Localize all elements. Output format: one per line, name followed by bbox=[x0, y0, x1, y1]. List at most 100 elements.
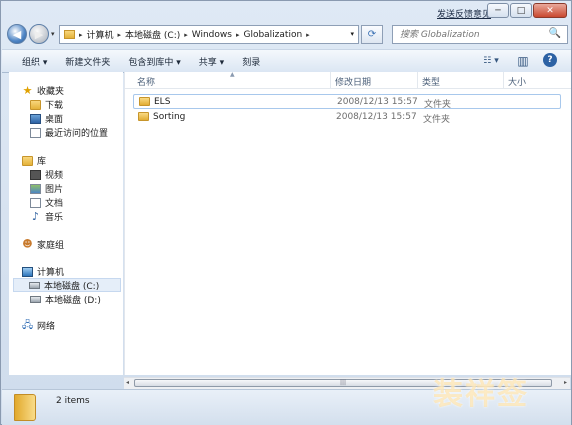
grip-icon: ||| bbox=[339, 379, 347, 386]
document-icon bbox=[30, 197, 41, 208]
help-icon[interactable]: ? bbox=[543, 53, 557, 67]
column-header-size[interactable]: 大小 bbox=[508, 75, 526, 88]
sidebar-item-label: 文档 bbox=[45, 199, 64, 209]
sidebar-item-pictures[interactable]: 图片 bbox=[30, 182, 63, 195]
minimize-button[interactable]: ─ bbox=[487, 3, 509, 18]
refresh-icon: ⟳ bbox=[367, 29, 377, 40]
back-arrow-icon: ◀ bbox=[12, 27, 22, 41]
hard-drive-icon bbox=[30, 296, 41, 303]
item-count: 2 items bbox=[56, 396, 90, 406]
sidebar-item-label: 收藏夹 bbox=[37, 87, 65, 97]
star-icon: ★ bbox=[22, 83, 33, 97]
sidebar-item-label: 桌面 bbox=[45, 115, 64, 125]
file-name: ELS bbox=[154, 97, 171, 107]
folder-icon bbox=[139, 97, 150, 106]
view-options-icon[interactable]: ☷ ▾ bbox=[479, 53, 503, 69]
sidebar-item-label: 库 bbox=[37, 157, 47, 167]
new-folder-button[interactable]: 新建文件夹 bbox=[56, 55, 119, 68]
column-header-date[interactable]: 修改日期 bbox=[335, 75, 371, 88]
sidebar-item-label: 本地磁盘 (D:) bbox=[45, 296, 101, 306]
back-button[interactable]: ◀ bbox=[7, 24, 27, 44]
sidebar-item-desktop[interactable]: 桌面 bbox=[30, 112, 63, 125]
share-menu[interactable]: 共享 ▾ bbox=[190, 55, 233, 68]
address-dropdown-icon[interactable]: ▾ bbox=[350, 30, 354, 38]
desktop-icon bbox=[30, 113, 41, 124]
sidebar-item-label: 图片 bbox=[45, 185, 64, 195]
table-row[interactable]: Sorting 2008/12/13 15:57 文件夹 bbox=[133, 110, 561, 125]
network-icon: 🖧 bbox=[22, 319, 34, 331]
preview-pane-icon[interactable]: ▥ bbox=[516, 53, 530, 69]
refresh-button[interactable]: ⟳ bbox=[361, 25, 383, 44]
computer-icon bbox=[22, 266, 33, 277]
sidebar-item-label: 家庭组 bbox=[37, 241, 65, 251]
sidebar-libraries[interactable]: 库 bbox=[22, 154, 46, 167]
video-icon bbox=[30, 169, 41, 180]
sidebar-item-videos[interactable]: 视频 bbox=[30, 168, 63, 181]
file-name: Sorting bbox=[153, 112, 186, 122]
search-box[interactable]: 🔍 bbox=[392, 25, 568, 44]
sidebar-item-downloads[interactable]: 下载 bbox=[30, 98, 63, 111]
sidebar-item-label: 视频 bbox=[45, 171, 64, 181]
sidebar-homegroup[interactable]: ☻ 家庭组 bbox=[22, 238, 64, 251]
sidebar-item-local-disk-d[interactable]: 本地磁盘 (D:) bbox=[30, 293, 101, 306]
sidebar-computer[interactable]: 计算机 bbox=[22, 265, 64, 278]
navigation-pane: ★ 收藏夹 下载 桌面 最近访问的位置 库 视频 图片 文档 ♪ 音乐 ☻ 家庭组 bbox=[9, 72, 123, 375]
breadcrumb-local-disk-c[interactable]: 本地磁盘 (C:) bbox=[122, 28, 183, 41]
address-bar[interactable]: ▸ 计算机 ▸ 本地磁盘 (C:) ▸ Windows ▸ Globalizat… bbox=[59, 25, 359, 44]
file-type: 文件夹 bbox=[423, 115, 451, 125]
column-divider[interactable] bbox=[330, 72, 331, 88]
organize-menu[interactable]: 组织 ▾ bbox=[2, 55, 56, 68]
sidebar-favorites[interactable]: ★ 收藏夹 bbox=[22, 83, 65, 98]
burn-button[interactable]: 刻录 bbox=[233, 55, 269, 68]
library-icon bbox=[22, 155, 33, 166]
navigation-buttons: ◀ ▶ ▾ bbox=[7, 24, 55, 44]
chevron-right-icon[interactable]: ▸ bbox=[305, 31, 311, 39]
column-divider[interactable] bbox=[417, 72, 418, 88]
folder-icon bbox=[138, 112, 149, 121]
forward-arrow-icon: ▶ bbox=[34, 27, 44, 41]
file-type: 文件夹 bbox=[424, 100, 452, 110]
column-header-name[interactable]: 名称 bbox=[137, 75, 155, 88]
sidebar-item-recent-places[interactable]: 最近访问的位置 bbox=[30, 126, 108, 139]
sidebar-item-label: 网络 bbox=[37, 322, 56, 332]
folder-icon bbox=[64, 30, 75, 39]
file-date: 2008/12/13 15:57 bbox=[336, 112, 417, 122]
command-bar: 组织 ▾ 新建文件夹 包含到库中 ▾ 共享 ▾ 刻录 ☷ ▾ ▥ ? bbox=[2, 49, 571, 73]
column-headers: ▲ 名称 修改日期 类型 大小 bbox=[125, 71, 571, 89]
table-row[interactable]: ELS 2008/12/13 15:57 文件夹 bbox=[133, 94, 561, 110]
sidebar-item-documents[interactable]: 文档 bbox=[30, 196, 63, 209]
watermark-logo: 装祥签 bbox=[433, 377, 529, 412]
sidebar-item-music[interactable]: ♪ 音乐 bbox=[30, 209, 64, 224]
explorer-window: 发送反馈意见 ─ □ ✕ ◀ ▶ ▾ ▸ 计算机 ▸ 本地磁盘 (C:) ▸ W… bbox=[0, 0, 572, 425]
send-feedback-link[interactable]: 发送反馈意见 bbox=[437, 7, 491, 20]
sort-ascending-icon: ▲ bbox=[230, 71, 235, 78]
recent-places-icon bbox=[30, 127, 41, 138]
window-controls: ─ □ ✕ bbox=[486, 3, 567, 18]
scroll-right-icon[interactable]: ▸ bbox=[564, 379, 567, 386]
breadcrumb-windows[interactable]: Windows bbox=[189, 30, 235, 40]
sidebar-item-label: 下载 bbox=[45, 101, 64, 111]
file-list: ▲ 名称 修改日期 类型 大小 ELS 2008/12/13 15:57 文件夹… bbox=[124, 71, 571, 375]
sidebar-item-local-disk-c[interactable]: 本地磁盘 (C:) bbox=[13, 278, 121, 292]
sidebar-network[interactable]: 🖧 网络 bbox=[22, 319, 55, 332]
homegroup-icon: ☻ bbox=[22, 238, 33, 250]
music-note-icon: ♪ bbox=[31, 209, 40, 223]
search-input[interactable] bbox=[398, 28, 542, 41]
sidebar-item-label: 计算机 bbox=[37, 268, 65, 278]
recent-pages-dropdown[interactable]: ▾ bbox=[51, 30, 55, 38]
breadcrumb-globalization[interactable]: Globalization bbox=[240, 30, 305, 40]
close-button[interactable]: ✕ bbox=[533, 3, 567, 18]
scroll-left-icon[interactable]: ◂ bbox=[126, 379, 129, 386]
maximize-button[interactable]: □ bbox=[510, 3, 532, 18]
column-divider[interactable] bbox=[503, 72, 504, 88]
downloads-folder-icon bbox=[30, 99, 41, 110]
column-header-type[interactable]: 类型 bbox=[422, 75, 440, 88]
search-icon[interactable]: 🔍 bbox=[549, 28, 561, 39]
picture-icon bbox=[30, 183, 41, 194]
sidebar-item-label: 最近访问的位置 bbox=[45, 129, 109, 139]
forward-button[interactable]: ▶ bbox=[29, 24, 49, 44]
breadcrumb-computer[interactable]: 计算机 bbox=[84, 28, 117, 41]
include-in-library-menu[interactable]: 包含到库中 ▾ bbox=[119, 55, 189, 68]
sidebar-item-label: 音乐 bbox=[45, 213, 64, 223]
sidebar-item-label: 本地磁盘 (C:) bbox=[44, 281, 100, 292]
